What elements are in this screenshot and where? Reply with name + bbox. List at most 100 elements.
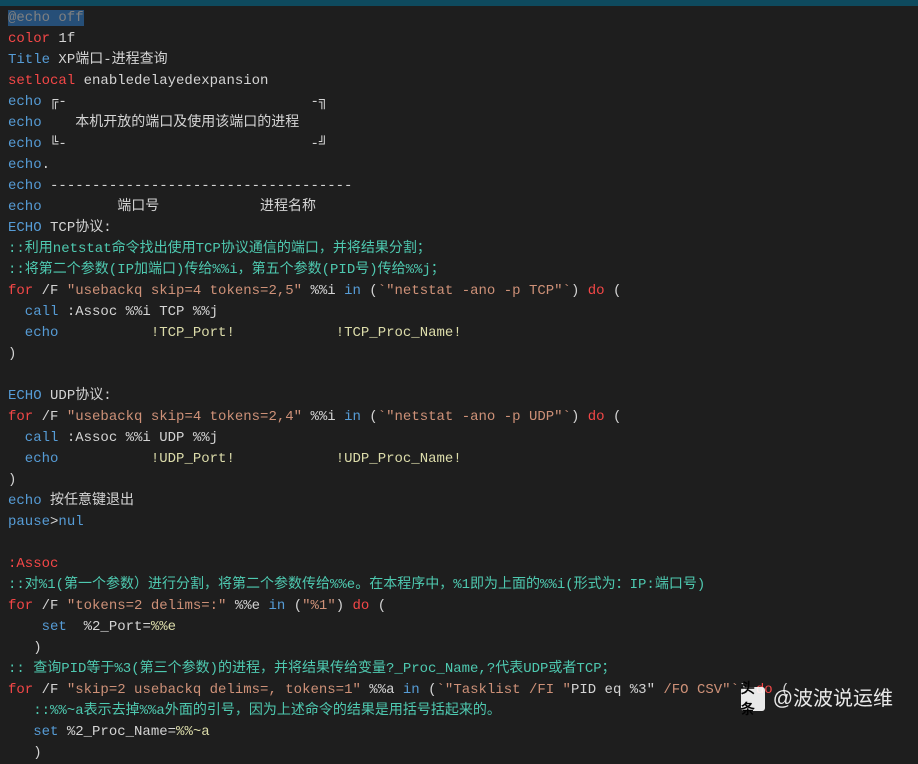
code-line[interactable]: setlocal enabledelayedexpansion bbox=[8, 71, 910, 92]
watermark-icon: 头条 bbox=[741, 687, 765, 711]
code-token: echo bbox=[8, 94, 42, 110]
code-token: in bbox=[403, 682, 420, 698]
code-token: %2_Port bbox=[67, 619, 143, 635]
code-token: /FO CSV"` bbox=[663, 682, 739, 698]
code-token: :Assoc bbox=[8, 556, 58, 572]
code-token: = bbox=[142, 619, 150, 635]
code-token: enabledelayedexpansion bbox=[75, 73, 268, 89]
code-token: echo bbox=[8, 157, 42, 173]
code-line[interactable]: ) bbox=[8, 743, 910, 764]
code-token: for bbox=[8, 598, 33, 614]
code-line[interactable]: ::对%1(第一个参数）进行分割，将第二个参数传给%%e。在本程序中，%1即为上… bbox=[8, 575, 910, 596]
code-line[interactable]: call :Assoc %%i TCP %%j bbox=[8, 302, 910, 323]
code-token: @echo off bbox=[8, 10, 84, 26]
code-token: ( bbox=[605, 409, 622, 425]
code-token bbox=[235, 451, 336, 467]
code-line[interactable]: for /F "usebackq skip=4 tokens=2,5" %%i … bbox=[8, 281, 910, 302]
code-token: echo bbox=[8, 115, 42, 131]
code-token: 按任意键退出 bbox=[42, 493, 134, 509]
code-line[interactable]: for /F "usebackq skip=4 tokens=2,4" %%i … bbox=[8, 407, 910, 428]
code-token: Title bbox=[8, 52, 50, 68]
code-token: "%1" bbox=[302, 598, 336, 614]
code-token: ::%%~a表示去掉%%a外面的引号，因为上述命令的结果是用括号括起来的。 bbox=[8, 703, 501, 719]
code-token: pause bbox=[8, 514, 50, 530]
code-token: `"netstat -ano -p UDP"` bbox=[378, 409, 571, 425]
code-token: echo bbox=[8, 325, 58, 341]
code-token: TCP协议: bbox=[42, 220, 112, 236]
code-token: for bbox=[8, 409, 33, 425]
code-token: ( bbox=[420, 682, 437, 698]
code-line[interactable]: :: 查询PID等于%3(第三个参数)的进程，并将结果传给变量?_Proc_Na… bbox=[8, 659, 910, 680]
code-token: /F bbox=[33, 682, 67, 698]
code-line[interactable]: ECHO UDP协议: bbox=[8, 386, 910, 407]
code-line[interactable] bbox=[8, 533, 910, 554]
code-line[interactable]: ) bbox=[8, 638, 910, 659]
code-line[interactable]: echo !TCP_Port! !TCP_Proc_Name! bbox=[8, 323, 910, 344]
code-token: color bbox=[8, 31, 50, 47]
code-line[interactable]: :Assoc bbox=[8, 554, 910, 575]
code-line[interactable] bbox=[8, 365, 910, 386]
code-token: do bbox=[588, 409, 605, 425]
code-token: ::将第二个参数(IP加端口)传给%%i，第五个参数(PID号)传给%%j； bbox=[8, 262, 445, 278]
code-line[interactable]: echo ╚- -╝ bbox=[8, 134, 910, 155]
code-token: %2_Proc_Name bbox=[58, 724, 167, 740]
code-line[interactable]: ) bbox=[8, 344, 910, 365]
code-line[interactable]: echo 本机开放的端口及使用该端口的进程 bbox=[8, 113, 910, 134]
code-token: /F bbox=[33, 598, 67, 614]
code-token: "skip=2 usebackq delims=, tokens=1" bbox=[67, 682, 361, 698]
code-token: XP端口-进程查询 bbox=[50, 52, 168, 68]
code-token: echo bbox=[8, 178, 42, 194]
code-line[interactable]: echo 按任意键退出 bbox=[8, 491, 910, 512]
code-token: in bbox=[344, 409, 361, 425]
code-line[interactable]: pause>nul bbox=[8, 512, 910, 533]
code-line[interactable]: ECHO TCP协议: bbox=[8, 218, 910, 239]
code-line[interactable]: echo !UDP_Port! !UDP_Proc_Name! bbox=[8, 449, 910, 470]
code-line[interactable]: echo. bbox=[8, 155, 910, 176]
code-token: ( bbox=[361, 409, 378, 425]
code-line[interactable]: set %2_Proc_Name=%%~a bbox=[8, 722, 910, 743]
code-line[interactable]: for /F "tokens=2 delims=:" %%e in ("%1")… bbox=[8, 596, 910, 617]
code-line[interactable]: echo 端口号 进程名称 bbox=[8, 197, 910, 218]
code-token: . bbox=[42, 157, 50, 173]
code-token: %%e bbox=[151, 619, 176, 635]
code-editor-content[interactable]: @echo offcolor 1fTitle XP端口-进程查询setlocal… bbox=[8, 8, 910, 764]
code-token: for bbox=[8, 283, 33, 299]
code-token: call bbox=[8, 304, 58, 320]
code-token: ------------------------------------ bbox=[42, 178, 353, 194]
editor-title-bar bbox=[0, 0, 918, 6]
code-token: %%i bbox=[302, 409, 344, 425]
code-token: ) bbox=[8, 346, 16, 362]
code-token: set bbox=[8, 724, 58, 740]
code-token: call bbox=[8, 430, 58, 446]
code-token: ( bbox=[369, 598, 386, 614]
code-token: "tokens=2 delims=:" bbox=[67, 598, 227, 614]
code-token: ) bbox=[571, 409, 588, 425]
code-line[interactable]: ::利用netstat命令找出使用TCP协议通信的端口，并将结果分割； bbox=[8, 239, 910, 260]
code-line[interactable]: call :Assoc %%i UDP %%j bbox=[8, 428, 910, 449]
code-token: echo bbox=[8, 493, 42, 509]
code-token: "usebackq skip=4 tokens=2,4" bbox=[67, 409, 302, 425]
code-token: !UDP_Proc_Name! bbox=[336, 451, 462, 467]
code-token: ╔- -╗ bbox=[42, 94, 328, 110]
code-token: in bbox=[344, 283, 361, 299]
code-token: echo bbox=[8, 199, 42, 215]
code-token bbox=[58, 325, 150, 341]
code-line[interactable]: ) bbox=[8, 470, 910, 491]
code-line[interactable]: ::将第二个参数(IP加端口)传给%%i，第五个参数(PID号)传给%%j； bbox=[8, 260, 910, 281]
code-token: `"Tasklist /FI " bbox=[437, 682, 571, 698]
code-token: %%i bbox=[302, 283, 344, 299]
code-token: ::对%1(第一个参数）进行分割，将第二个参数传给%%e。在本程序中，%1即为上… bbox=[8, 577, 705, 593]
code-line[interactable]: @echo off bbox=[8, 8, 910, 29]
code-line[interactable]: Title XP端口-进程查询 bbox=[8, 50, 910, 71]
code-token: in bbox=[268, 598, 285, 614]
code-line[interactable]: set %2_Port=%%e bbox=[8, 617, 910, 638]
code-token: %%~a bbox=[176, 724, 210, 740]
watermark-text: @波波说运维 bbox=[773, 684, 893, 714]
code-token: ) bbox=[8, 472, 16, 488]
code-line[interactable]: color 1f bbox=[8, 29, 910, 50]
code-line[interactable]: echo -----------------------------------… bbox=[8, 176, 910, 197]
code-token: PID eq %3" bbox=[571, 682, 663, 698]
code-line[interactable]: echo ╔- -╗ bbox=[8, 92, 910, 113]
code-token: do bbox=[353, 598, 370, 614]
code-token: set bbox=[8, 619, 67, 635]
